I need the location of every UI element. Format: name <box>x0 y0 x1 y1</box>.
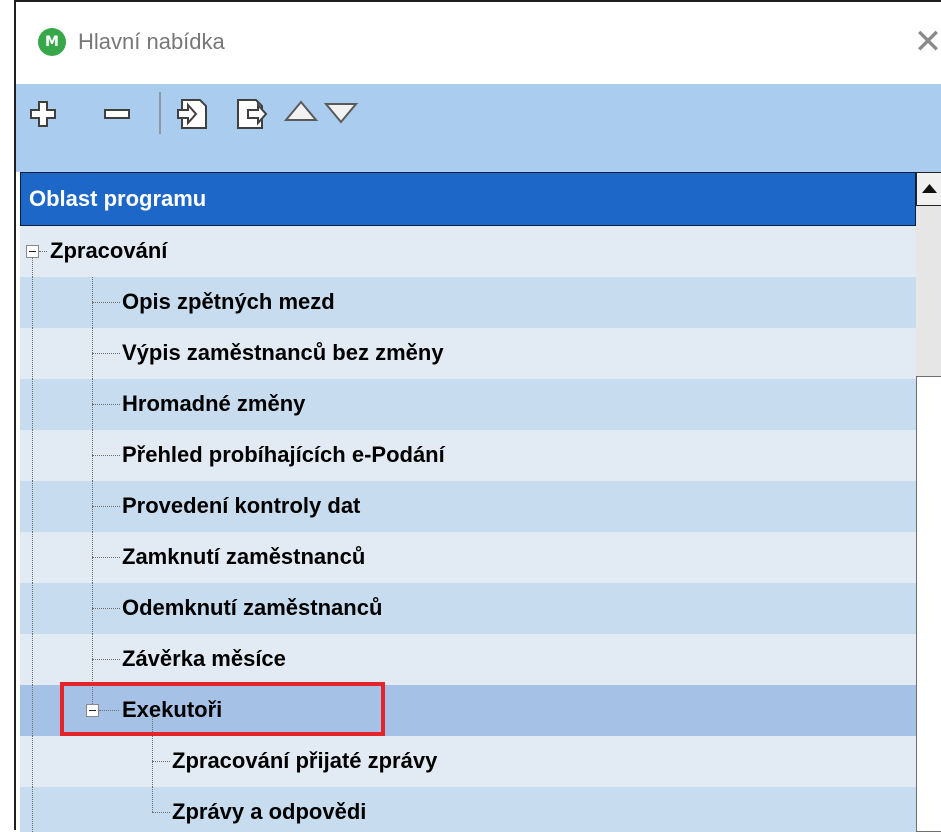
tree-item-label: Přehled probíhajících e-Podání <box>122 442 445 467</box>
tree-item-zpracovani[interactable]: Zpracování <box>20 226 916 277</box>
tree-item[interactable]: Opis zpětných mezd <box>20 277 916 328</box>
close-button[interactable]: ✕ <box>911 22 941 62</box>
toolbar-separator <box>159 92 161 134</box>
tree-item[interactable]: Hromadné změny <box>20 379 916 430</box>
tree-item-label: Zpracování přijaté zprávy <box>172 748 438 773</box>
collapse-all-icon[interactable] <box>102 92 136 134</box>
tree-column-header[interactable]: Oblast programu <box>20 172 916 226</box>
tree-item-label: Provedení kontroly dat <box>122 493 361 518</box>
import-icon[interactable] <box>174 92 214 134</box>
expand-all-icon[interactable] <box>26 92 60 134</box>
tree-item[interactable]: Závěrka měsíce <box>20 634 916 685</box>
scroll-track[interactable] <box>916 206 941 376</box>
tree-item-label: Zamknutí zaměstnanců <box>122 544 366 569</box>
move-down-icon[interactable] <box>322 92 360 134</box>
move-up-icon[interactable] <box>282 92 320 134</box>
tree-header-label: Oblast programu <box>29 186 207 211</box>
tree-item[interactable]: Přehled probíhajících e-Podání <box>20 430 916 481</box>
tree-item[interactable]: Provedení kontroly dat <box>20 481 916 532</box>
tree-item[interactable]: Zpracování přijaté zprávy <box>20 736 916 787</box>
title-bar: M Hlavní nabídka ✕ <box>16 2 941 84</box>
tree-item-label: Závěrka měsíce <box>122 646 286 671</box>
export-icon[interactable] <box>232 92 272 134</box>
tree-item[interactable]: Zamknutí zaměstnanců <box>20 532 916 583</box>
window-title: Hlavní nabídka <box>78 29 225 54</box>
toolbar <box>16 84 941 172</box>
tree-item-label: Zpracování <box>50 238 168 263</box>
tree-item-label: Zprávy a odpovědi <box>172 799 367 824</box>
tree-item-label: Opis zpětných mezd <box>122 289 335 314</box>
tree-item[interactable]: Výpis zaměstnanců bez změny <box>20 328 916 379</box>
vertical-scrollbar[interactable] <box>916 172 941 832</box>
tree-item-label: Hromadné změny <box>122 391 306 416</box>
collapse-toggle[interactable] <box>26 245 39 258</box>
tree-item-label: Odemknutí zaměstnanců <box>122 595 383 620</box>
tree-item[interactable]: Zprávy a odpovědi <box>20 787 916 832</box>
scroll-thumb[interactable] <box>916 376 941 832</box>
scroll-up-button[interactable] <box>916 172 941 206</box>
app-logo-icon: M <box>38 28 66 56</box>
highlight-annotation <box>60 682 385 736</box>
tree-item[interactable]: Odemknutí zaměstnanců <box>20 583 916 634</box>
tree-rows: Zpracování Opis zpětných mezd Výpis zamě… <box>20 226 916 832</box>
tree-item-label: Výpis zaměstnanců bez změny <box>122 340 444 365</box>
